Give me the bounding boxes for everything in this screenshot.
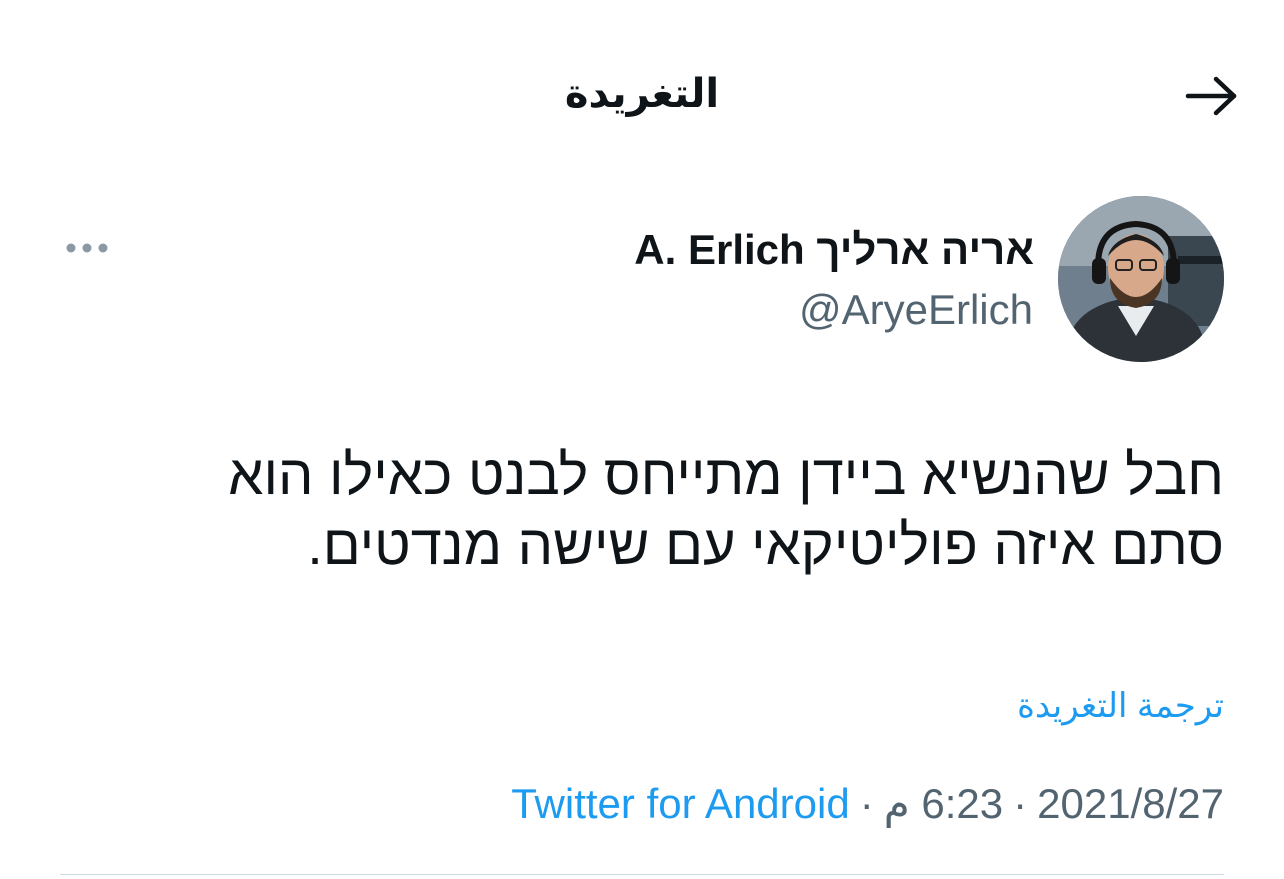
author-name[interactable]: אריה ארליך A. Erlich [634,224,1034,276]
more-dots-icon [66,243,108,253]
avatar-photo [1058,196,1224,362]
more-options-button[interactable] [56,226,118,270]
divider [60,874,1224,875]
top-bar: التغريدة [0,40,1284,150]
arrow-right-icon [1185,76,1237,116]
meta-separator: · [859,780,874,827]
source-link[interactable]: Twitter for Android [511,778,849,830]
tweet-time[interactable]: 6:23 م [884,778,1003,830]
tweet-date[interactable]: 2021/8/27 [1037,778,1224,830]
translate-tweet-link[interactable]: ترجمة التغريدة [1017,684,1224,728]
page-title: التغريدة [564,72,720,116]
tweet-text: חבל שהנשיא ביידן מתייחס לבנט כאילו הוא ס… [228,443,1224,576]
author-handle[interactable]: @AryeErlich [799,284,1033,336]
tweet-meta: Twitter for Android · 6:23 م · 2021/8/27 [511,778,1224,830]
avatar[interactable] [1058,196,1224,362]
meta-separator: · [1013,780,1028,827]
back-button[interactable] [1180,66,1244,126]
